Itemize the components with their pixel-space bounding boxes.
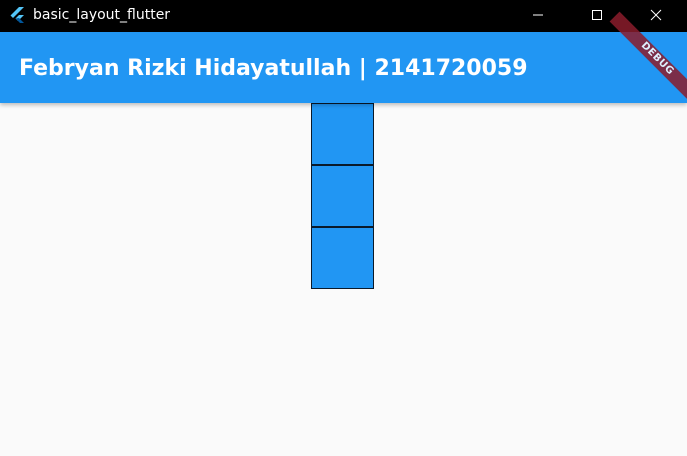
box-column bbox=[311, 103, 374, 289]
minimize-icon bbox=[533, 14, 543, 16]
window-titlebar[interactable]: basic_layout_flutter bbox=[0, 0, 687, 32]
blue-box-2 bbox=[311, 165, 374, 227]
app-bar-title: Febryan Rizki Hidayatullah | 2141720059 bbox=[19, 56, 528, 81]
blue-box-3 bbox=[311, 227, 374, 289]
window-title: basic_layout_flutter bbox=[33, 7, 171, 23]
flutter-logo-icon bbox=[9, 7, 26, 25]
minimize-button[interactable] bbox=[515, 0, 561, 30]
blue-box-1 bbox=[311, 103, 374, 165]
app-window: basic_layout_flutter Febryan Rizki Hiday… bbox=[0, 0, 687, 456]
close-icon bbox=[650, 9, 662, 21]
maximize-icon bbox=[592, 10, 602, 20]
close-button[interactable] bbox=[633, 0, 679, 30]
app-bar: Febryan Rizki Hidayatullah | 2141720059 bbox=[0, 32, 687, 103]
